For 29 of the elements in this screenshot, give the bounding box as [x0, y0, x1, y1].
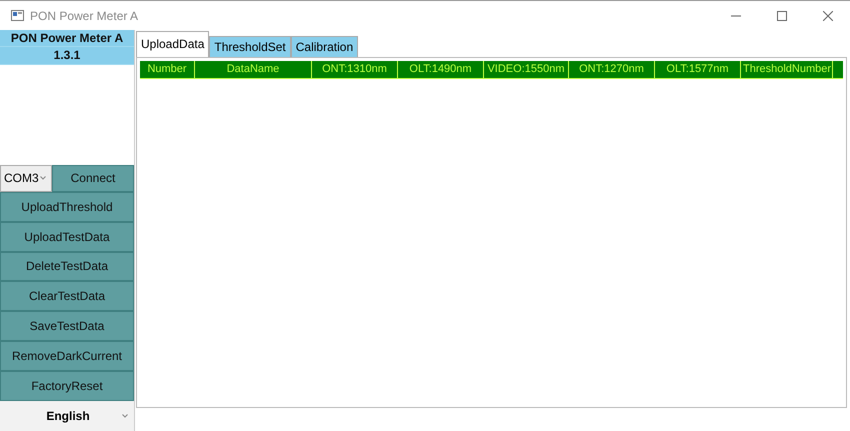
app-icon — [11, 10, 24, 21]
column-header: Number — [140, 61, 195, 78]
connect-button[interactable]: Connect — [52, 164, 134, 192]
port-dropdown[interactable]: COM3 — [0, 164, 52, 192]
action-button[interactable]: UploadTestData — [0, 222, 134, 252]
action-button[interactable]: RemoveDarkCurrent — [0, 341, 134, 372]
column-header: VIDEO:1550nm — [484, 61, 569, 78]
column-header: OLT:1577nm — [655, 61, 741, 78]
tab[interactable]: ThresholdSet — [209, 36, 291, 57]
action-button[interactable]: DeleteTestData — [0, 252, 134, 282]
caret-icon — [40, 176, 46, 180]
version-label: 1.3.1 — [0, 47, 134, 65]
action-button[interactable]: FactoryReset — [0, 371, 134, 402]
tab[interactable]: UploadData — [136, 31, 210, 57]
maximize-icon[interactable] — [777, 10, 787, 20]
action-button[interactable]: UploadThreshold — [0, 192, 134, 222]
action-button[interactable]: ClearTestData — [0, 281, 134, 312]
window-title: PON Power Meter A — [30, 8, 138, 22]
column-header: DataName — [195, 61, 312, 78]
app-name: PON Power Meter A — [0, 30, 134, 47]
close-icon[interactable] — [823, 10, 833, 20]
column-header: ONT:1310nm — [312, 61, 398, 78]
language-dropdown[interactable]: English — [0, 401, 134, 431]
caret-icon — [122, 414, 128, 418]
tab[interactable]: Calibration — [290, 36, 358, 57]
column-header: OLT:1490nm — [398, 61, 484, 78]
column-header: ThresholdNumber — [741, 61, 833, 78]
action-button[interactable]: SaveTestData — [0, 311, 134, 342]
column-header: ONT:1270nm — [569, 61, 655, 78]
